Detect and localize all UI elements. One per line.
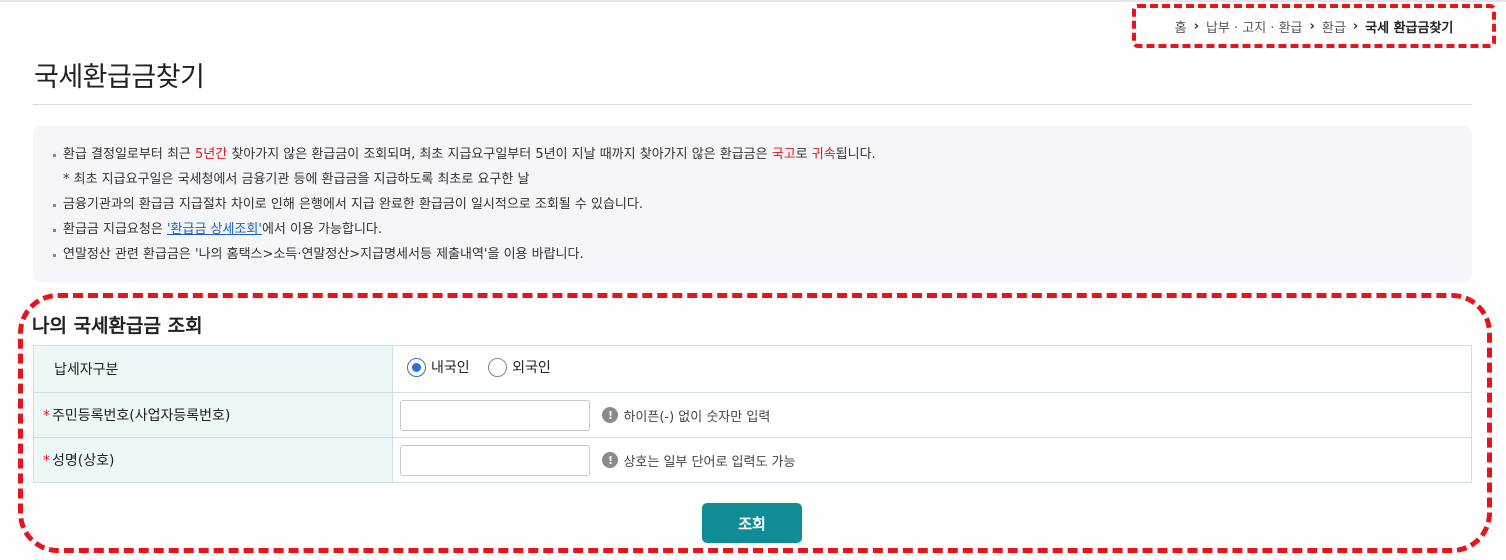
name-hint: ! 상호는 일부 단어로 입력도 가능: [602, 451, 795, 470]
notice-subitem: * 최초 지급요구일은 국세청에서 금융기관 등에 환급금을 지급하도록 최초로…: [63, 172, 530, 187]
breadcrumb-separator: ›: [1309, 18, 1315, 34]
page-title: 국세환급금찾기: [34, 62, 205, 93]
id-number-label: * 주민등록번호(사업자등록번호): [33, 392, 393, 438]
info-icon: !: [602, 407, 619, 423]
taxpayer-type-label: 납세자구분: [33, 345, 393, 393]
breadcrumb-payment[interactable]: 납부 · 고지 · 환급: [1206, 17, 1303, 36]
notice-item: 환급금 지급요청은 '환급금 상세조회'에서 이용 가능합니다.: [53, 219, 1472, 244]
breadcrumb-home[interactable]: 홈: [1175, 17, 1187, 36]
refund-query-form: 납세자구분 내국인 외국인 * 주민등록번호(사업자등록번호) ! 하이픈(-) …: [33, 345, 1472, 483]
breadcrumb-separator: ›: [1193, 18, 1199, 34]
radio-foreign[interactable]: 외국인: [488, 357, 551, 377]
notice-item: 금융기관과의 환급금 지급절차 차이로 인해 은행에서 지급 완료한 환급금이 …: [53, 194, 1472, 219]
highlight-text: 국고: [771, 147, 796, 162]
id-number-input[interactable]: [400, 399, 590, 431]
form-row-id-number: * 주민등록번호(사업자등록번호) ! 하이픈(-) 없이 숫자만 입력: [33, 392, 1472, 438]
required-mark: *: [43, 408, 50, 424]
section-title: 나의 국세환급금 조회: [32, 315, 203, 337]
search-button[interactable]: 조회: [702, 503, 802, 543]
breadcrumb-current: 국세 환급금찾기: [1365, 20, 1454, 36]
radio-domestic[interactable]: 내국인: [407, 357, 470, 377]
refund-detail-link[interactable]: '환급금 상세조회': [167, 222, 262, 237]
breadcrumb-separator: ›: [1352, 18, 1359, 34]
radio-unchecked-icon[interactable]: [488, 357, 508, 377]
highlight-text: 5년간: [195, 147, 228, 162]
radio-checked-icon[interactable]: [407, 357, 426, 377]
notice-box: 환급 결정일로부터 최근 5년간 찾아가지 않은 환급금이 조회되며, 최초 지…: [33, 126, 1472, 282]
name-input[interactable]: [400, 444, 590, 476]
id-number-cell: ! 하이픈(-) 없이 숫자만 입력: [392, 392, 1472, 438]
highlight-text: 귀속: [811, 147, 836, 162]
taxpayer-type-options: 내국인 외국인: [392, 345, 1472, 393]
form-row-taxpayer-type: 납세자구분 내국인 외국인: [33, 345, 1472, 393]
name-label: * 성명(상호): [33, 437, 393, 483]
title-divider: [33, 104, 1472, 105]
breadcrumb: 홈 › 납부 · 고지 · 환급 › 환급 › 국세 환급금찾기: [1132, 4, 1496, 48]
form-row-name: * 성명(상호) ! 상호는 일부 단어로 입력도 가능: [33, 437, 1472, 483]
info-icon: !: [602, 452, 619, 468]
notice-item: 환급 결정일로부터 최근 5년간 찾아가지 않은 환급금이 조회되며, 최초 지…: [53, 144, 1472, 169]
breadcrumb-refund[interactable]: 환급: [1322, 17, 1346, 36]
notice-item: 연말정산 관련 환급금은 '나의 홈택스>소득·연말정산>지급명세서등 제출내역…: [53, 244, 1472, 269]
top-divider: [0, 0, 1506, 2]
id-number-hint: ! 하이픈(-) 없이 숫자만 입력: [602, 406, 770, 425]
name-cell: ! 상호는 일부 단어로 입력도 가능: [392, 437, 1472, 483]
required-mark: *: [43, 453, 50, 469]
